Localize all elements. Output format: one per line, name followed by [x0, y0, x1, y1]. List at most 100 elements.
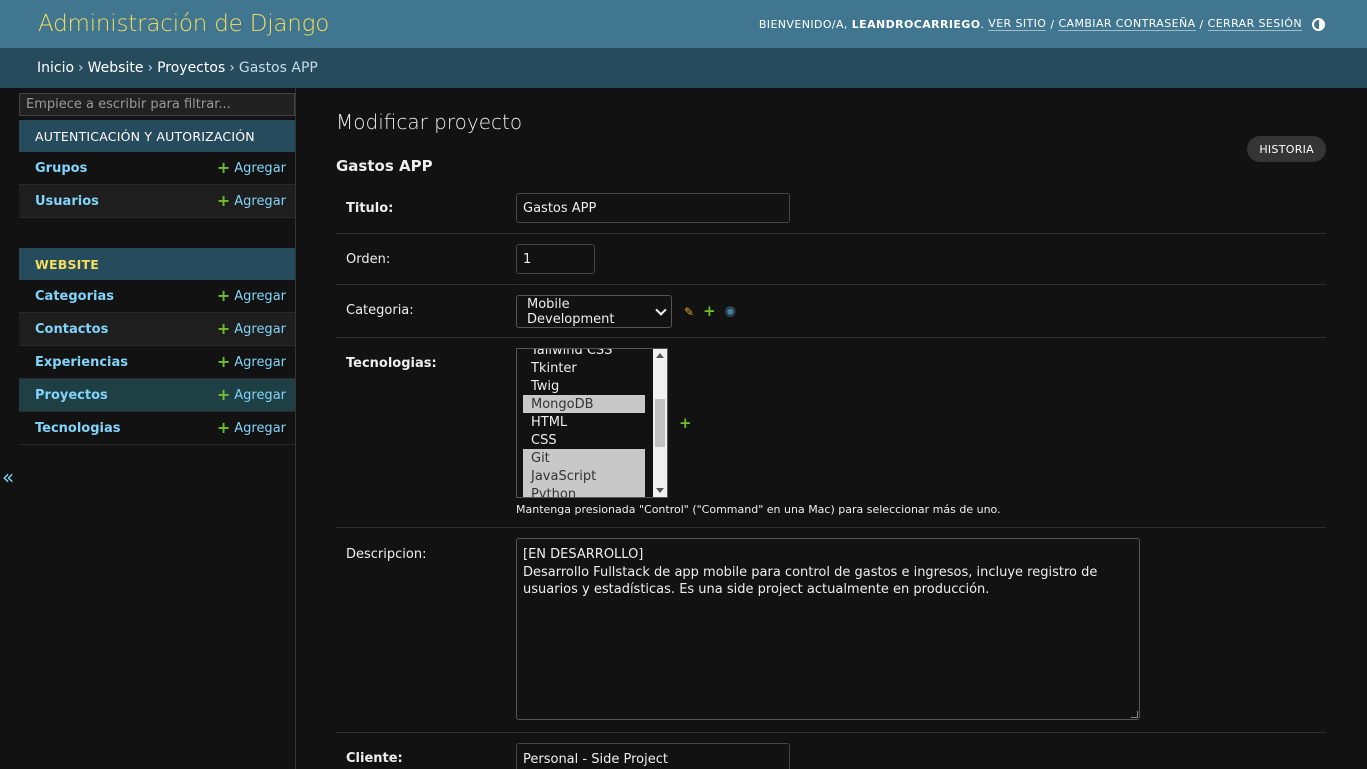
separator: /: [1050, 17, 1055, 31]
nav-filter-input[interactable]: Empiece a escribir para filtrar...: [19, 93, 295, 116]
sidebar-item-link[interactable]: Categorias: [35, 289, 114, 304]
add-label: Agregar: [234, 387, 286, 403]
scroll-up-icon[interactable]: [656, 353, 664, 358]
theme-toggle-icon[interactable]: [1312, 17, 1325, 31]
plus-icon: +: [216, 191, 231, 210]
eye-icon[interactable]: ◉: [725, 304, 736, 319]
object-title: Gastos APP: [336, 157, 433, 175]
breadcrumb-model[interactable]: Proyectos: [157, 60, 225, 76]
add-label: Agregar: [234, 160, 286, 176]
add-link[interactable]: + Agregar: [217, 160, 286, 176]
add-link[interactable]: + Agregar: [217, 288, 286, 304]
plus-icon: +: [216, 319, 231, 338]
tecnologias-options: Tailwind CSS Tkinter Twig MongoDB HTML C…: [517, 349, 654, 497]
nav-sidebar: Empiece a escribir para filtrar... Auten…: [19, 88, 296, 769]
breadcrumb-separator: ›: [78, 60, 84, 76]
sidebar-item-tecnologias: Tecnologias + Agregar: [19, 412, 295, 445]
add-link[interactable]: + Agregar: [217, 321, 286, 337]
sidebar-item-link[interactable]: Grupos: [35, 161, 87, 176]
form-row-tecnologias: Tecnologias: Tailwind CSS Tkinter Twig M…: [336, 338, 1326, 528]
add-label: Agregar: [234, 420, 286, 436]
scroll-thumb[interactable]: [655, 399, 665, 447]
descripcion-textarea[interactable]: [EN DESARROLLO] Desarrollo Fullstack de …: [516, 538, 1140, 720]
tecnologias-option[interactable]: JavaScript: [523, 467, 645, 485]
tecnologias-option[interactable]: Tailwind CSS: [523, 349, 645, 359]
sidebar-item-usuarios: Usuarios + Agregar: [19, 185, 295, 218]
categoria-label: Categoria:: [346, 303, 414, 318]
related-widget-actions: ✎ + ◉: [684, 304, 736, 320]
resize-handle-icon[interactable]: [1131, 711, 1138, 718]
user-tools: BIENVENIDO/A, LEANDROCARRIEGO. VER SITIO…: [759, 17, 1329, 31]
tecnologias-option[interactable]: HTML: [523, 413, 645, 431]
plus-icon: +: [216, 352, 231, 371]
tecnologias-option[interactable]: Tkinter: [523, 359, 645, 377]
plus-icon: +: [216, 385, 231, 404]
plus-icon[interactable]: +: [703, 304, 716, 319]
breadcrumb-app[interactable]: Website: [88, 60, 144, 76]
tecnologias-option[interactable]: Twig: [523, 377, 645, 395]
titulo-input[interactable]: Gastos APP: [516, 193, 790, 223]
scroll-down-icon[interactable]: [656, 488, 664, 493]
add-link[interactable]: + Agregar: [217, 387, 286, 403]
add-link[interactable]: + Agregar: [217, 193, 286, 209]
tecnologias-option[interactable]: Git: [523, 449, 645, 467]
add-label: Agregar: [234, 193, 286, 209]
breadcrumb-home[interactable]: Inicio: [37, 60, 74, 76]
breadcrumb-separator: ›: [229, 60, 235, 76]
module-caption-website[interactable]: Website: [19, 248, 295, 280]
sidebar-item-grupos: Grupos + Agregar: [19, 152, 295, 185]
module-caption-auth[interactable]: Autenticación y autorización: [19, 120, 295, 152]
add-link[interactable]: + Agregar: [217, 420, 286, 436]
descripcion-label: Descripcion:: [346, 547, 427, 562]
welcome-text: BIENVENIDO/A,: [758, 17, 848, 31]
site-header: Administración de Django BIENVENIDO/A, L…: [0, 0, 1367, 48]
categoria-select[interactable]: Mobile Development: [516, 295, 672, 328]
sidebar-item-link[interactable]: Proyectos: [35, 388, 108, 403]
breadcrumb-separator: ›: [147, 60, 154, 76]
plus-icon[interactable]: +: [679, 416, 692, 431]
tecnologias-label: Tecnologias:: [346, 356, 437, 371]
add-label: Agregar: [234, 354, 286, 370]
page-title: Modificar proyecto: [336, 110, 523, 134]
plus-icon: +: [216, 286, 231, 305]
history-button[interactable]: HISTORIA: [1247, 136, 1326, 162]
cliente-input[interactable]: Personal - Side Project: [516, 743, 790, 769]
tecnologias-option[interactable]: MongoDB: [523, 395, 645, 413]
change-form: Titulo: Gastos APP Orden: 1 Categoria: M…: [336, 183, 1326, 769]
plus-icon: +: [216, 418, 231, 437]
tecnologias-multiselect[interactable]: Tailwind CSS Tkinter Twig MongoDB HTML C…: [516, 348, 668, 498]
form-row-cliente: Cliente: Personal - Side Project: [336, 733, 1326, 769]
logout-link[interactable]: CERRAR SESIÓN: [1207, 17, 1302, 31]
form-row-descripcion: Descripcion: [EN DESARROLLO] Desarrollo …: [336, 528, 1326, 733]
add-label: Agregar: [234, 321, 286, 337]
cliente-label: Cliente:: [346, 751, 403, 766]
add-link[interactable]: + Agregar: [217, 354, 286, 370]
sidebar-item-experiencias: Experiencias + Agregar: [19, 346, 295, 379]
orden-input[interactable]: 1: [516, 244, 595, 274]
collapse-sidebar-icon[interactable]: «: [2, 465, 14, 489]
add-label: Agregar: [234, 288, 286, 304]
plus-icon: +: [216, 158, 231, 177]
site-brand[interactable]: Administración de Django: [38, 11, 329, 37]
categoria-selected-value: Mobile Development: [527, 296, 615, 327]
pencil-icon[interactable]: ✎: [684, 305, 694, 319]
sidebar-item-link[interactable]: Usuarios: [35, 194, 99, 209]
sidebar-item-proyectos: Proyectos + Agregar: [19, 379, 295, 412]
sidebar-item-link[interactable]: Contactos: [35, 322, 108, 337]
breadcrumb-current: Gastos APP: [238, 60, 318, 76]
titulo-label: Titulo:: [346, 201, 394, 216]
separator: /: [1199, 17, 1204, 31]
form-row-categoria: Categoria: Mobile Development ✎ + ◉: [336, 285, 1326, 338]
tecnologias-option[interactable]: CSS: [523, 431, 645, 449]
scrollbar[interactable]: [653, 349, 667, 497]
change-password-link[interactable]: CAMBIAR CONTRASEÑA: [1058, 17, 1196, 31]
tecnologias-option[interactable]: Python: [523, 485, 645, 497]
sidebar-item-link[interactable]: Tecnologias: [35, 421, 121, 436]
form-row-orden: Orden: 1: [336, 234, 1326, 285]
username: LEANDROCARRIEGO: [851, 17, 981, 31]
view-site-link[interactable]: VER SITIO: [988, 17, 1047, 31]
sidebar-item-categorias: Categorias + Agregar: [19, 280, 295, 313]
sidebar-item-link[interactable]: Experiencias: [35, 355, 128, 370]
sidebar-item-contactos: Contactos + Agregar: [19, 313, 295, 346]
form-row-titulo: Titulo: Gastos APP: [336, 183, 1326, 234]
